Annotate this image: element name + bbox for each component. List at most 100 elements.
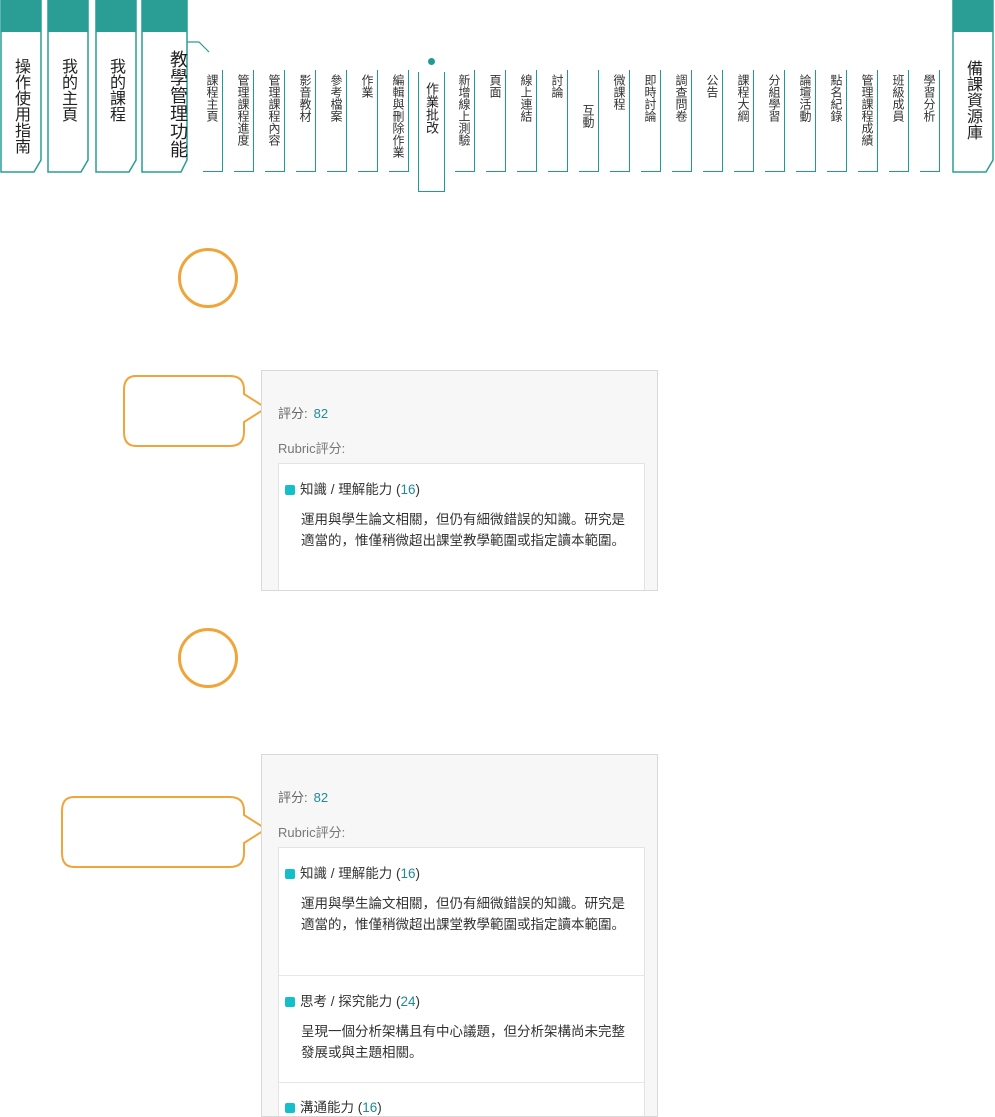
rubric-label: Rubric評分:: [278, 441, 346, 456]
sub-item-label: 課程大綱: [736, 74, 750, 122]
sub-item-label: 影音教材: [298, 74, 312, 122]
divider: [346, 70, 347, 172]
sub-item-live-discussion[interactable]: 即時討論: [641, 70, 661, 172]
rubric-criterion: 溝通能力 (16): [279, 1083, 644, 1116]
criterion-square-icon: [285, 485, 295, 495]
tab-label: 操作使用指南: [12, 58, 31, 154]
sub-item-manage-grades[interactable]: 管理課程成績: [858, 70, 878, 172]
divider: [703, 171, 723, 172]
tab-label: 教學管理功能: [167, 50, 188, 158]
sub-item-online-links[interactable]: 線上連結: [517, 70, 537, 172]
sub-item-pages[interactable]: 頁面: [486, 70, 506, 172]
divider: [796, 171, 816, 172]
sub-item-forum-activities[interactable]: 論壇活動: [796, 70, 816, 172]
divider: [579, 171, 599, 172]
criterion-points: 16: [362, 1100, 378, 1115]
tab-user-guide[interactable]: 操作使用指南: [0, 0, 42, 175]
sub-item-interaction[interactable]: 互動: [579, 70, 599, 172]
step-marker-icon: [178, 248, 238, 308]
sub-item-label: 公告: [705, 74, 719, 98]
rubric-criterion: 思考 / 探究能力 (24) 呈現一個分析架構且有中心議題，但分析架構尚未完整發…: [279, 976, 644, 1083]
sub-item-group-learning[interactable]: 分組學習: [765, 70, 785, 172]
divider: [253, 70, 254, 172]
divider: [203, 171, 223, 172]
sub-item-label: 學習分析: [922, 74, 936, 122]
sub-item-label: 新增線上測驗: [457, 74, 471, 146]
sub-item-manage-progress[interactable]: 管理課程進度: [234, 70, 254, 172]
criterion-title: 知識 / 理解能力 (16): [285, 862, 420, 882]
sub-item-new-quiz[interactable]: 新增線上測驗: [455, 70, 475, 172]
step-marker-icon: [178, 628, 238, 688]
sub-item-label: 分組學習: [767, 74, 781, 122]
sub-item-reference-files[interactable]: 參考檔案: [327, 70, 347, 172]
criterion-name: 思考 / 探究能力 (: [300, 994, 401, 1009]
divider: [610, 171, 630, 172]
sub-item-discussion[interactable]: 討論: [548, 70, 568, 172]
sub-item-label: 微課程: [612, 74, 626, 110]
score-row: 評分: 82: [278, 403, 328, 422]
sub-item-label: 互動: [581, 104, 595, 128]
divider: [765, 171, 785, 172]
divider: [455, 171, 475, 172]
sub-item-attendance[interactable]: 點名紀錄: [827, 70, 847, 172]
divider: [691, 70, 692, 172]
sub-item-assignments[interactable]: 作業: [358, 70, 378, 172]
sub-item-label: 調查問卷: [674, 74, 688, 122]
sub-item-label: 線上連結: [519, 74, 533, 122]
divider: [358, 171, 378, 172]
sub-item-class-members[interactable]: 班級成員: [889, 70, 909, 172]
divider: [505, 70, 506, 172]
divider: [889, 171, 909, 172]
sub-item-course-home[interactable]: 課程主頁: [203, 70, 223, 172]
tab-my-courses[interactable]: 我的課程: [95, 0, 137, 175]
sub-item-survey[interactable]: 調查問卷: [672, 70, 692, 172]
divider: [753, 70, 754, 172]
criterion-name: 知識 / 理解能力 (: [300, 482, 401, 497]
sub-item-micro-course[interactable]: 微課程: [610, 70, 630, 172]
divider: [486, 171, 506, 172]
criterion-close: ): [415, 866, 421, 881]
sub-item-edit-delete-assignments[interactable]: 編輯與刪除作業: [389, 70, 409, 172]
sub-item-label: 作業批改: [423, 82, 438, 134]
criterion-title: 知識 / 理解能力 (16): [285, 478, 420, 498]
criterion-title: 思考 / 探究能力 (24): [285, 990, 420, 1010]
sub-item-learning-analytics[interactable]: 學習分析: [920, 70, 940, 172]
divider: [877, 70, 878, 172]
divider: [641, 171, 661, 172]
divider: [548, 171, 568, 172]
divider: [815, 70, 816, 172]
tab-resource-library[interactable]: 備課資源庫: [951, 0, 995, 175]
sub-item-label: 即時討論: [643, 74, 657, 122]
rubric-list: 知識 / 理解能力 (16) 運用與學生論文相關，但仍有細微錯誤的知識。研究是適…: [278, 847, 645, 1116]
sub-item-syllabus[interactable]: 課程大綱: [734, 70, 754, 172]
sub-item-label: 參考檔案: [329, 74, 343, 122]
divider: [408, 70, 409, 172]
criterion-points: 24: [400, 994, 416, 1009]
sub-item-label: 管理課程成績: [860, 74, 874, 146]
grading-panel: 評分: 82 Rubric評分: 知識 / 理解能力 (16) 運用與學生論文相關…: [261, 370, 658, 591]
divider: [846, 70, 847, 172]
divider: [629, 70, 630, 172]
criterion-square-icon: [285, 1103, 295, 1113]
divider: [858, 171, 878, 172]
sub-item-label: 班級成員: [891, 74, 905, 122]
criterion-title: 溝通能力 (16): [285, 1096, 382, 1116]
divider: [517, 171, 537, 172]
criterion-points: 16: [400, 482, 416, 497]
sub-item-manage-content[interactable]: 管理課程內容: [265, 70, 285, 172]
sub-item-announcements[interactable]: 公告: [703, 70, 723, 172]
sub-item-grade-assignments[interactable]: 作業批改: [418, 58, 445, 192]
criterion-description: 運用與學生論文相關，但仍有細微錯誤的知識。研究是適當的，惟僅稍微超出課堂教學範圍…: [301, 512, 625, 548]
sub-item-label: 管理課程進度: [236, 74, 250, 146]
sub-item-label: 作業: [360, 74, 374, 98]
tab-teaching-management[interactable]: 教學管理功能: [141, 0, 211, 175]
tab-my-homepage[interactable]: 我的主頁: [47, 0, 89, 175]
criterion-points: 16: [400, 866, 416, 881]
divider: [536, 70, 537, 172]
sub-item-media[interactable]: 影音教材: [296, 70, 316, 172]
active-indicator: [428, 58, 435, 65]
speech-bubble-icon: [123, 375, 267, 447]
divider: [389, 171, 409, 172]
sub-item-label: 頁面: [488, 74, 502, 98]
divider: [377, 70, 378, 172]
